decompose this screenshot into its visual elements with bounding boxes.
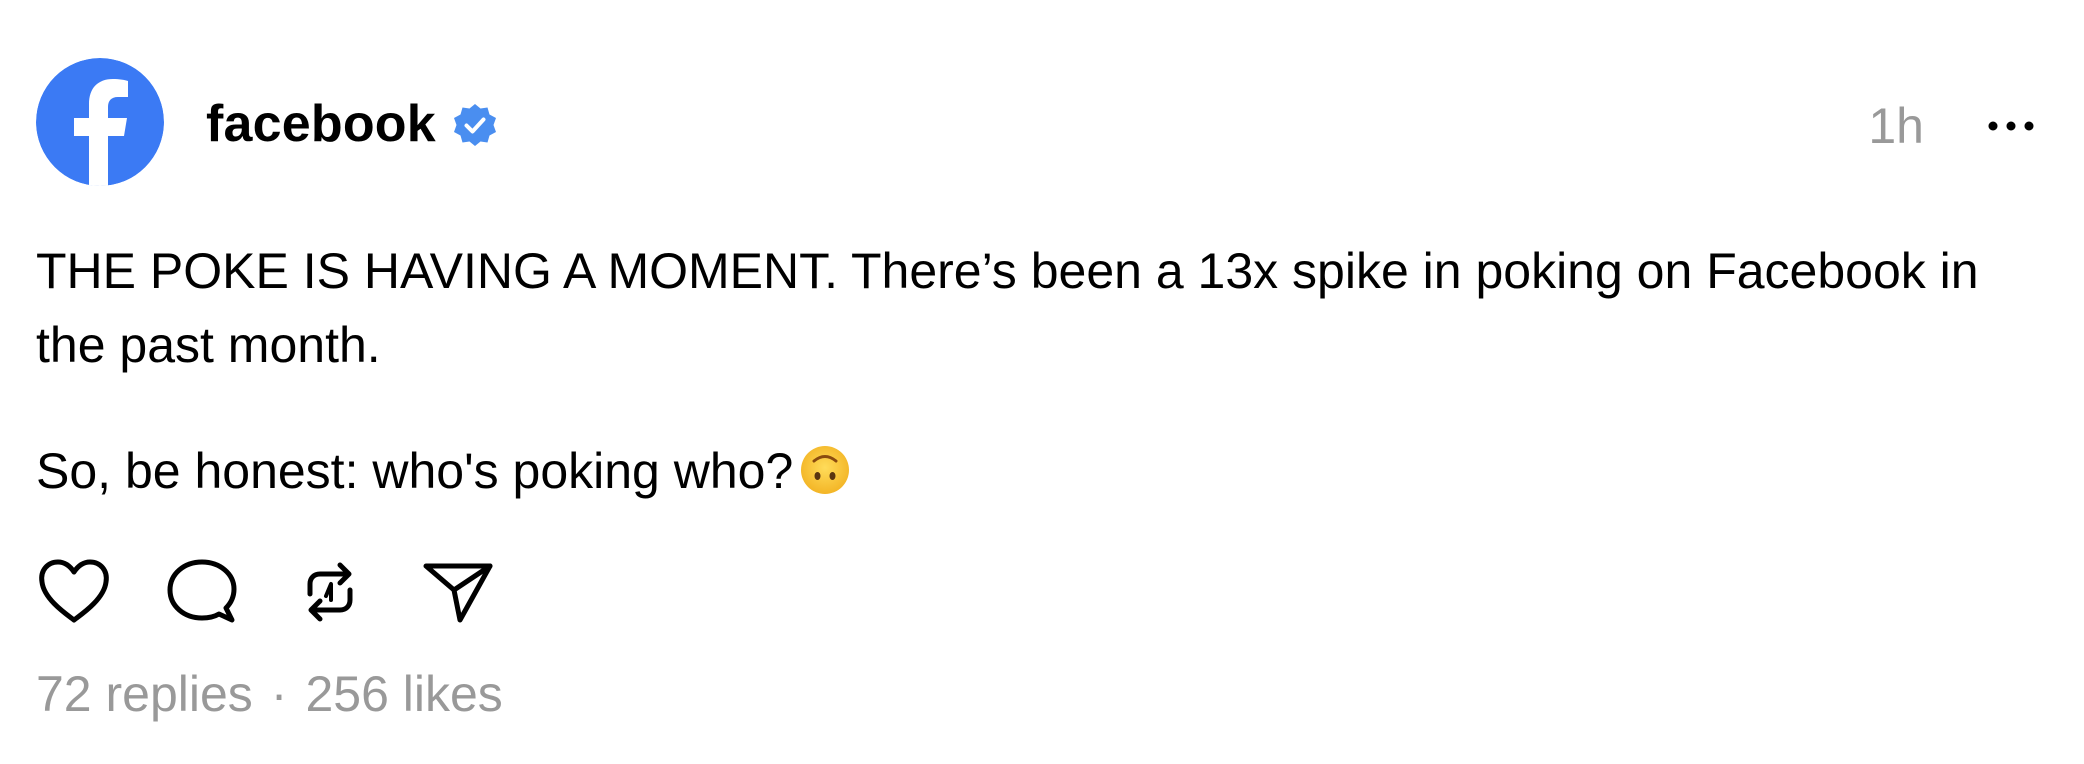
post-paragraph-text: So, be honest: who's poking who? xyxy=(36,443,794,499)
post-card: facebook 1h THE POKE IS HAVING A MOMENT.… xyxy=(0,0,2084,764)
avatar[interactable] xyxy=(36,58,164,186)
stats-separator: · xyxy=(270,666,288,722)
verified-badge-icon xyxy=(452,102,498,148)
share-icon[interactable] xyxy=(420,556,496,628)
author-name[interactable]: facebook xyxy=(206,92,436,156)
comment-icon[interactable] xyxy=(164,556,240,628)
post-paragraph: So, be honest: who's poking who? xyxy=(36,434,2046,508)
repost-icon[interactable] xyxy=(292,556,368,628)
likes-count[interactable]: 256 likes xyxy=(305,666,502,722)
post-paragraph: THE POKE IS HAVING A MOMENT. There’s bee… xyxy=(36,243,1979,373)
post-timestamp: 1h xyxy=(1868,98,1924,154)
post-stats: 72 replies · 256 likes xyxy=(36,662,503,726)
more-options-icon[interactable] xyxy=(1986,108,2036,144)
post-body: THE POKE IS HAVING A MOMENT. There’s bee… xyxy=(36,234,2046,508)
heart-icon[interactable] xyxy=(36,556,112,628)
upside-down-face-emoji xyxy=(799,442,851,494)
facebook-logo-icon xyxy=(36,58,164,186)
replies-count[interactable]: 72 replies xyxy=(36,666,253,722)
